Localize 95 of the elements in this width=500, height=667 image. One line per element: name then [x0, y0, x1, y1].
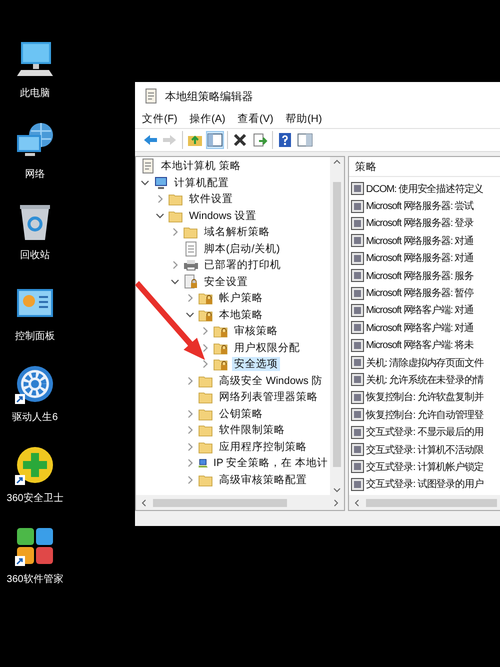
window-title: 本地组策略编辑器 [165, 90, 253, 104]
policy-row[interactable]: 恢复控制台: 允许软盘复制并 [349, 388, 500, 406]
script-icon [183, 240, 199, 257]
horizontal-scrollbar[interactable] [136, 495, 344, 510]
tree-item[interactable]: 高级安全 Windows 防 [217, 374, 324, 388]
desktop-icon[interactable]: 360安全卫士 [0, 445, 70, 514]
policy-row[interactable]: Microsoft 网络服务器: 暂停 [349, 284, 500, 302]
policy-item-icon [351, 478, 364, 491]
toolbar-button[interactable] [276, 131, 294, 149]
policy-item-icon [351, 286, 364, 300]
tree-item[interactable]: 审核策略 [232, 324, 280, 338]
policy-row[interactable]: 交互式登录: 不显示最后的用 [349, 423, 500, 441]
policy-item-icon [351, 321, 364, 334]
tree-item[interactable]: 计算机配置 [172, 176, 231, 190]
tree-item[interactable]: 安全选项 [232, 357, 280, 372]
tree-item[interactable]: 脚本(启动/关机) [202, 242, 282, 256]
menu-item[interactable]: 帮助(H) [280, 111, 327, 127]
desktop-icon[interactable]: 360软件管家 [0, 526, 70, 595]
policy-row[interactable]: 交互式登录: 计算机不活动限 [349, 440, 500, 458]
delete-icon [232, 132, 248, 148]
policy-item-icon [351, 408, 364, 422]
tree-item[interactable]: 本地计算机 策略 [159, 159, 243, 174]
printer-icon [183, 257, 199, 274]
policy-item-icon [351, 460, 364, 474]
plus-shield-icon [15, 445, 55, 485]
tree-item[interactable]: 软件设置 [187, 192, 235, 206]
tree-item[interactable]: 公钥策略 [217, 406, 265, 421]
policy-item-icon [351, 216, 364, 230]
policy-document-icon [140, 158, 156, 174]
app-tiles-icon [15, 526, 55, 566]
policy-document-icon [143, 88, 159, 104]
policy-item-icon [351, 356, 364, 370]
tree-item[interactable]: 高级审核策略配置 [217, 472, 309, 487]
tree-item[interactable]: 帐户策略 [217, 291, 265, 306]
forward-arrow-icon [162, 132, 178, 148]
policy-row[interactable]: 恢复控制台: 允许自动管理登 [349, 406, 500, 424]
toolbar-button[interactable] [206, 131, 224, 149]
policy-row[interactable]: Microsoft 网络服务器: 服务 [349, 266, 500, 284]
policy-item-icon [351, 443, 364, 456]
policy-item-icon [351, 252, 364, 265]
tree-item[interactable]: 域名解析策略 [202, 225, 272, 240]
desktop-icon[interactable]: 控制面板 [0, 283, 70, 352]
export-list-icon [252, 132, 268, 148]
policy-row[interactable]: 关机: 清除虚拟内存页面文件 [349, 354, 500, 372]
back-arrow-icon [142, 132, 158, 148]
vertical-scrollbar[interactable] [330, 157, 344, 495]
policy-item-icon [351, 269, 364, 282]
menu-item[interactable]: 查看(V) [232, 111, 278, 127]
tree-pane-icon [207, 132, 223, 148]
policy-row[interactable]: Microsoft 网络服务器: 尝试 [349, 197, 500, 215]
policy-item-icon [351, 304, 364, 317]
desktop-icon[interactable]: 驱动人生6 [0, 364, 70, 433]
policy-item-icon [351, 338, 364, 352]
policy-row[interactable]: Microsoft 网络客户端: 将未 [349, 336, 500, 354]
tree-item[interactable]: 网络列表管理器策略 [217, 390, 320, 404]
tree-item[interactable]: Windows 设置 [187, 208, 259, 223]
policy-row[interactable]: DCOM: 使用安全描述符定义 [349, 180, 500, 198]
policy-item-icon [351, 373, 364, 386]
tree-item[interactable]: 用户权限分配 [232, 340, 302, 355]
policy-row[interactable]: Microsoft 网络客户端: 对通 [349, 319, 500, 337]
desktop-icon[interactable]: 回收站 [0, 202, 70, 271]
desktop-icon[interactable]: 此电脑 [0, 40, 70, 109]
policy-item-icon [351, 200, 364, 213]
tree-item[interactable]: 应用程序控制策略 [217, 440, 309, 454]
desktop-icon[interactable]: 网络 [0, 121, 70, 190]
tree-item[interactable]: 已部署的打印机 [202, 258, 283, 272]
help-icon [277, 132, 293, 148]
policy-row[interactable]: 交互式登录: 试图登录的用户 [349, 476, 500, 494]
policy-item-icon [351, 390, 364, 404]
policy-row[interactable]: Microsoft 网络服务器: 登录 [349, 214, 500, 232]
column-header[interactable]: 策略 [349, 157, 500, 177]
scroll-right-icon [331, 498, 341, 508]
gear-icon [15, 364, 55, 404]
tree-item[interactable]: 安全设置 [202, 274, 250, 289]
policy-item-icon [351, 234, 364, 248]
policy-row[interactable]: 交互式登录: 计算机帐户锁定 [349, 458, 500, 476]
menu-item[interactable]: 文件(F) [137, 111, 182, 127]
horizontal-scrollbar[interactable] [349, 495, 500, 510]
policy-row[interactable]: 关机: 允许系统在未登录的情 [349, 371, 500, 389]
menu-item[interactable]: 操作(A) [184, 111, 230, 127]
panel-icon [297, 132, 313, 148]
policy-row[interactable]: Microsoft 网络客户端: 对通 [349, 302, 500, 320]
security-document-icon [183, 274, 199, 290]
tree-item[interactable]: IP 安全策略，在 本地计 [211, 456, 330, 470]
policy-row[interactable]: Microsoft 网络服务器: 对通 [349, 232, 500, 250]
toolbar-button[interactable] [231, 131, 249, 149]
tree-item[interactable]: 本地策略 [217, 308, 265, 322]
scroll-left-icon [139, 498, 149, 508]
computer-icon [153, 174, 169, 191]
policy-item-icon [351, 182, 364, 196]
policy-row[interactable]: Microsoft 网络服务器: 对通 [349, 250, 500, 267]
tree-item[interactable]: 软件限制策略 [217, 423, 287, 438]
scroll-left-icon [352, 498, 362, 508]
policy-item-icon [351, 426, 364, 439]
scroll-down-icon [332, 485, 342, 495]
